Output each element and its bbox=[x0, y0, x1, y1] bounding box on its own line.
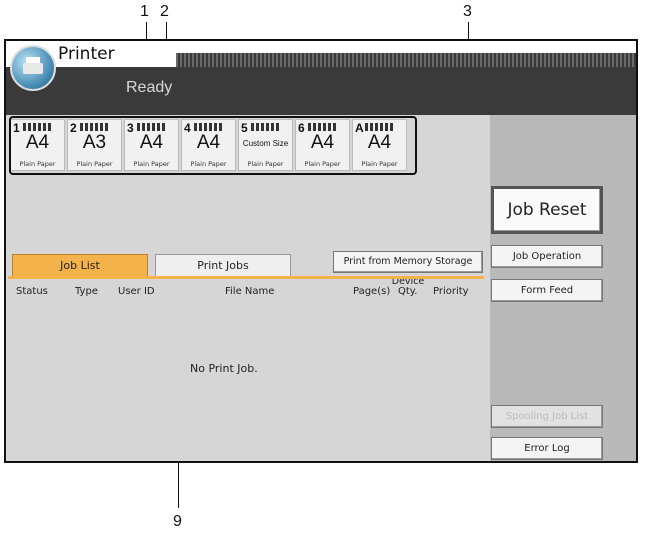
header: Printer Ready bbox=[6, 41, 636, 115]
print-from-memory-button[interactable]: Print from Memory Storage Device bbox=[333, 251, 483, 287]
column-type: Type bbox=[75, 286, 98, 297]
form-feed-button[interactable]: Form Feed bbox=[491, 279, 603, 302]
printer-icon bbox=[10, 45, 56, 91]
spooling-job-list-button[interactable]: Spooling Job List bbox=[491, 405, 603, 428]
column-file-name: File Name bbox=[225, 286, 275, 297]
column-pages: Page(s) bbox=[353, 286, 391, 297]
error-log-button[interactable]: Error Log bbox=[491, 437, 603, 460]
title-band-stripe bbox=[176, 53, 636, 67]
column-qty: Qty. bbox=[398, 286, 418, 297]
job-operation-button[interactable]: Job Operation bbox=[491, 245, 603, 268]
job-reset-button[interactable]: Job Reset bbox=[491, 186, 603, 234]
tab-underline bbox=[8, 276, 484, 279]
tray-bracket bbox=[9, 116, 417, 175]
callout-2: 2 bbox=[160, 3, 169, 20]
app-title: Printer bbox=[58, 44, 115, 64]
column-status: Status bbox=[16, 286, 48, 297]
tab-print-jobs[interactable]: Print Jobs bbox=[155, 254, 291, 276]
column-priority: Priority bbox=[433, 286, 469, 297]
callout-3: 3 bbox=[463, 3, 472, 20]
callout-9: 9 bbox=[173, 513, 182, 530]
callout-1: 1 bbox=[140, 3, 149, 20]
empty-job-message: No Print Job. bbox=[190, 362, 258, 375]
tab-job-list[interactable]: Job List bbox=[12, 254, 148, 276]
status-text: Ready bbox=[126, 79, 173, 96]
column-user-id: User ID bbox=[118, 286, 155, 297]
